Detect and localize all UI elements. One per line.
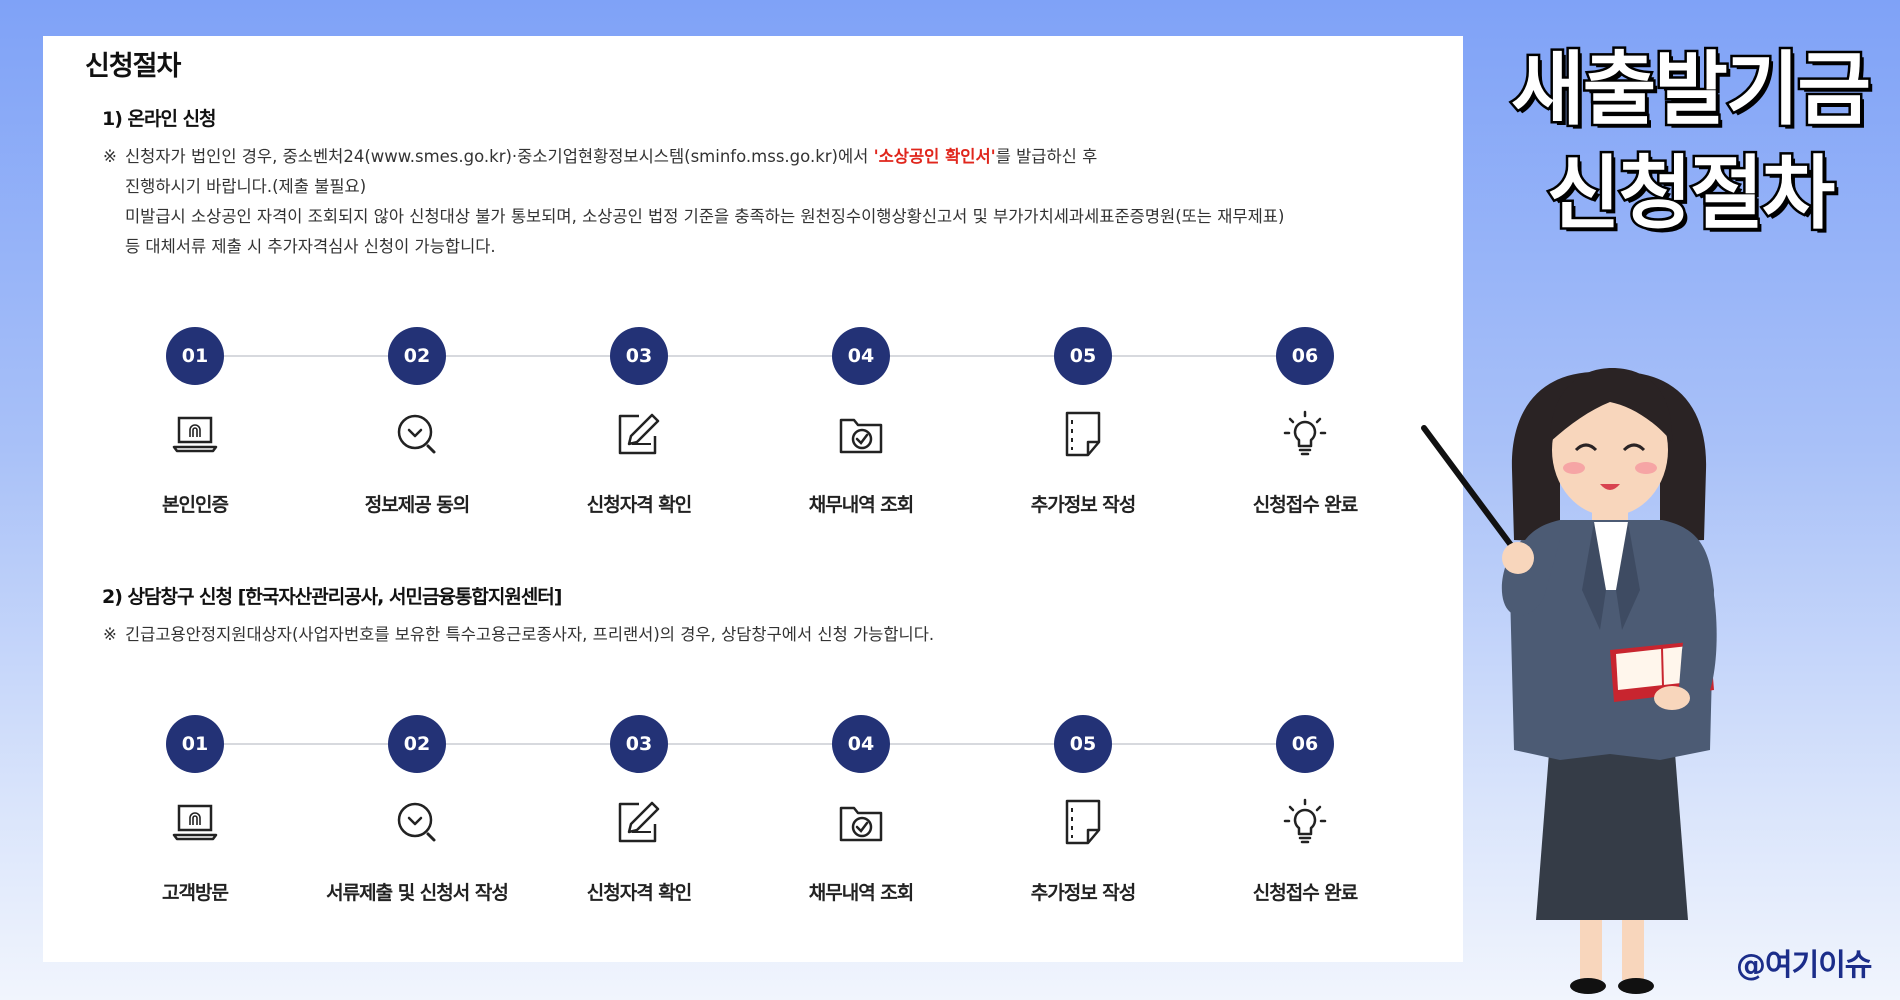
section-counter-title: 2) 상담창구 신청 [한국자산관리공사, 서민금융통합지원센터] bbox=[102, 586, 562, 608]
overlay-title-line2: 신청절차 bbox=[1544, 145, 1837, 243]
step-number: 05 bbox=[1054, 327, 1112, 385]
step-label: 추가정보 작성 bbox=[1030, 882, 1137, 904]
step-number: 02 bbox=[388, 715, 446, 773]
step-number: 01 bbox=[166, 327, 224, 385]
step-label: 신청자격 확인 bbox=[586, 494, 693, 516]
steps-connector-line bbox=[195, 743, 1305, 745]
document-icon bbox=[1065, 411, 1101, 457]
notice-line: 긴급고용안정지원대상자(사업자번호를 보유한 특수고용근로종사자, 프리랜서)의… bbox=[125, 625, 935, 644]
step-number: 04 bbox=[832, 327, 890, 385]
teacher-illustration bbox=[1421, 368, 1717, 994]
step-label: 채무내역 조회 bbox=[808, 882, 915, 904]
step-number: 04 bbox=[832, 715, 890, 773]
step-label: 서류제출 및 신청서 작성 bbox=[326, 882, 509, 904]
counter-steps: 01 고객방문 02 서류제출 및 신청서 작성 03 신청자격 확인 04 채… bbox=[43, 710, 1463, 910]
channel-handle: @여기이슈 bbox=[1736, 948, 1872, 983]
notice-line: 등 대체서류 제출 시 추가자격심사 신청이 가능합니다. bbox=[125, 237, 496, 256]
step-label: 추가정보 작성 bbox=[1030, 494, 1137, 516]
laptop-fingerprint-icon bbox=[172, 416, 218, 453]
folder-check-icon bbox=[839, 418, 883, 454]
notice-mark: ※ bbox=[103, 625, 117, 644]
search-check-icon bbox=[397, 802, 436, 842]
notice-mark: ※ bbox=[103, 147, 117, 166]
lightbulb-icon bbox=[1283, 410, 1327, 456]
step-number: 06 bbox=[1276, 715, 1334, 773]
counter-notice: ※ 긴급고용안정지원대상자(사업자번호를 보유한 특수고용근로종사자, 프리랜서… bbox=[103, 620, 934, 650]
notice-line: 진행하시기 바랍니다.(제출 불필요) bbox=[125, 177, 367, 196]
step-number: 01 bbox=[166, 715, 224, 773]
document-icon bbox=[1065, 799, 1101, 845]
notice-line: 신청자가 법인인 경우, 중소벤처24(www.smes.go.kr)·중소기업… bbox=[125, 147, 1098, 166]
page-title: 신청절차 bbox=[85, 51, 181, 82]
lightbulb-icon bbox=[1283, 798, 1327, 844]
step-label: 신청접수 완료 bbox=[1252, 494, 1359, 516]
notice-highlight: '소상공인 확인서' bbox=[873, 147, 996, 166]
step-number: 06 bbox=[1276, 327, 1334, 385]
step-label: 신청자격 확인 bbox=[586, 882, 693, 904]
step-label: 신청접수 완료 bbox=[1252, 882, 1359, 904]
laptop-fingerprint-icon bbox=[172, 804, 218, 841]
step-label: 채무내역 조회 bbox=[808, 494, 915, 516]
steps-connector-line bbox=[195, 355, 1305, 357]
step-number: 02 bbox=[388, 327, 446, 385]
step-label: 본인인증 bbox=[162, 494, 229, 516]
overlay-title-line1: 새출발기금 bbox=[1509, 41, 1874, 139]
search-check-icon bbox=[397, 414, 436, 454]
folder-check-icon bbox=[839, 806, 883, 842]
step-number: 03 bbox=[610, 327, 668, 385]
notice-line: 미발급시 소상공인 자격이 조회되지 않아 신청대상 불가 통보되며, 소상공인… bbox=[125, 207, 1285, 226]
step-number: 05 bbox=[1054, 715, 1112, 773]
edit-document-icon bbox=[618, 413, 660, 455]
step-label: 고객방문 bbox=[162, 882, 229, 904]
section-online-title: 1) 온라인 신청 bbox=[102, 108, 217, 130]
edit-document-icon bbox=[618, 801, 660, 843]
online-notice: ※ 신청자가 법인인 경우, 중소벤처24(www.smes.go.kr)·중소… bbox=[103, 142, 1284, 262]
online-steps: 01 본인인증 02 정보제공 동의 03 신청자격 확인 04 채무내역 조회… bbox=[43, 322, 1463, 522]
content-panel: 신청절차 1) 온라인 신청 ※ 신청자가 법인인 경우, 중소벤처24(www… bbox=[43, 36, 1463, 962]
step-label: 정보제공 동의 bbox=[364, 494, 471, 516]
step-number: 03 bbox=[610, 715, 668, 773]
